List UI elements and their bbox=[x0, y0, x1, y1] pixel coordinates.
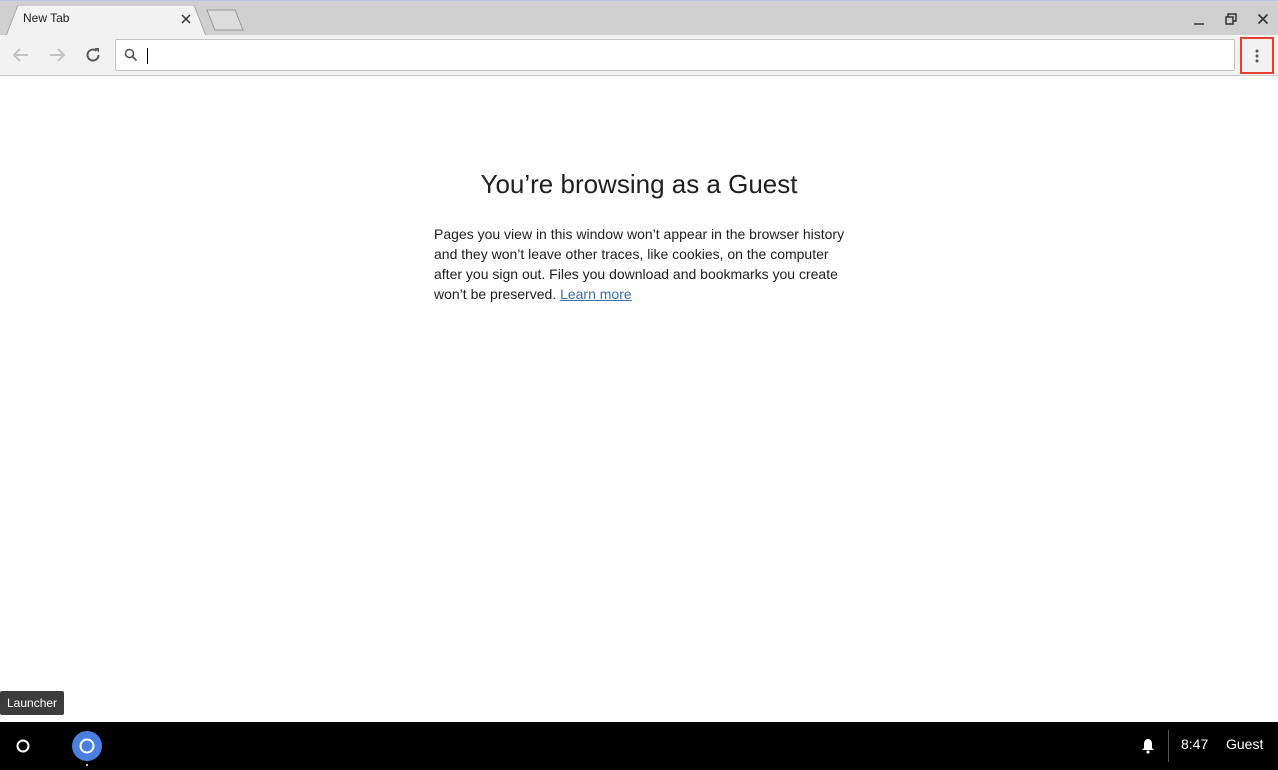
text-caret bbox=[147, 48, 148, 64]
minimize-icon bbox=[1194, 23, 1204, 25]
back-button[interactable] bbox=[9, 43, 33, 67]
omnibox[interactable] bbox=[115, 39, 1235, 71]
minimize-button[interactable] bbox=[1189, 9, 1209, 29]
clock[interactable]: 8:47 bbox=[1181, 736, 1208, 752]
tab-new-tab[interactable]: New Tab bbox=[6, 5, 207, 36]
close-window-button[interactable] bbox=[1253, 9, 1273, 29]
launcher-button[interactable] bbox=[14, 737, 32, 755]
tab-title: New Tab bbox=[23, 11, 70, 25]
bell-icon bbox=[1142, 739, 1154, 754]
tab-strip: New Tab bbox=[0, 0, 1278, 36]
reload-button[interactable] bbox=[81, 43, 105, 67]
restore-icon bbox=[1225, 13, 1237, 25]
arrow-back-icon bbox=[12, 48, 28, 62]
chrome-icon bbox=[72, 731, 102, 761]
guest-description-text: Pages you view in this window won’t appe… bbox=[434, 226, 845, 302]
new-tab-icon bbox=[206, 9, 244, 31]
chrome-app-button[interactable] bbox=[71, 730, 103, 762]
omnibox-input[interactable] bbox=[144, 44, 1224, 66]
close-icon bbox=[1257, 13, 1269, 25]
running-indicator bbox=[86, 764, 88, 766]
shelf: 8:47 Guest bbox=[0, 722, 1278, 770]
reload-icon bbox=[86, 48, 100, 62]
user-label[interactable]: Guest bbox=[1226, 736, 1263, 752]
shelf-divider bbox=[1168, 730, 1169, 762]
arrow-forward-icon bbox=[50, 48, 66, 62]
page-content: You’re browsing as a Guest Pages you vie… bbox=[0, 76, 1278, 722]
forward-button[interactable] bbox=[45, 43, 69, 67]
browser-toolbar bbox=[0, 35, 1278, 76]
page-title: You’re browsing as a Guest bbox=[480, 169, 798, 199]
search-icon bbox=[124, 48, 138, 62]
close-tab-icon[interactable] bbox=[178, 11, 194, 27]
launcher-circle-icon bbox=[16, 739, 30, 753]
browser-menu-button[interactable] bbox=[1240, 37, 1274, 74]
restore-button[interactable] bbox=[1221, 9, 1241, 29]
learn-more-link[interactable]: Learn more bbox=[560, 286, 632, 302]
launcher-tooltip: Launcher bbox=[0, 691, 65, 715]
new-tab-button[interactable] bbox=[205, 9, 245, 31]
vertical-dots-icon bbox=[1255, 49, 1259, 62]
guest-description: Pages you view in this window won’t appe… bbox=[434, 224, 854, 304]
notifications-button[interactable] bbox=[1141, 738, 1157, 754]
